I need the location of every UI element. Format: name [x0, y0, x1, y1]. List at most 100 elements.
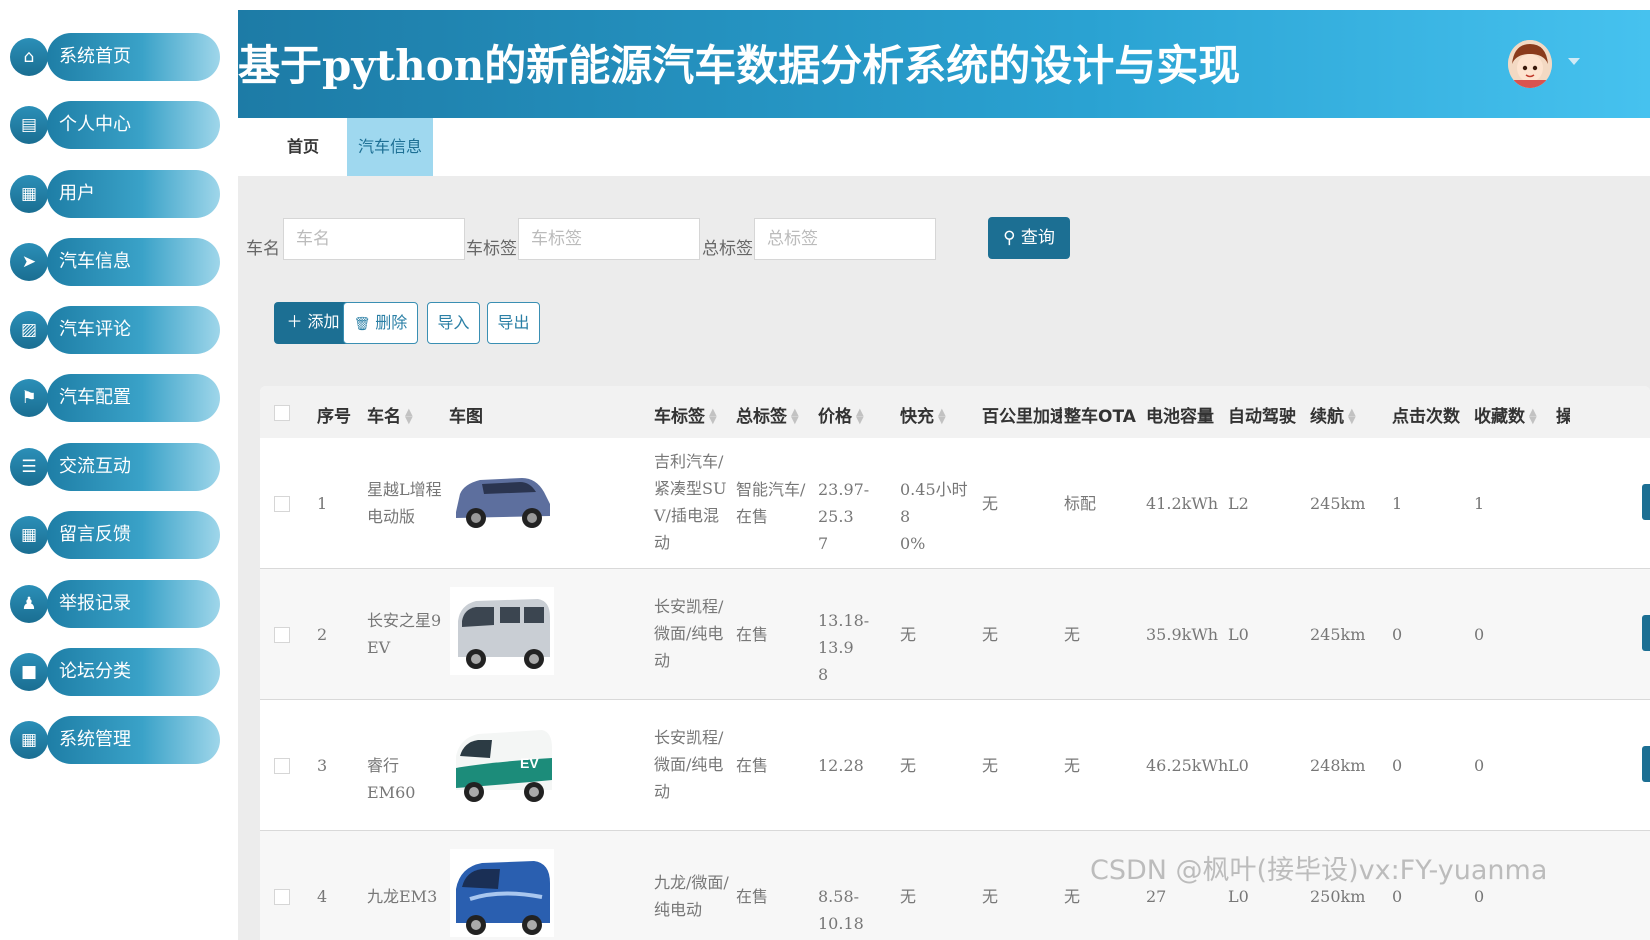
- list-icon: ☰: [10, 448, 48, 486]
- chevron-down-icon[interactable]: [1568, 58, 1580, 65]
- avatar[interactable]: [1508, 40, 1552, 88]
- header-favorites-label: 收藏数: [1474, 407, 1525, 427]
- cell-price-line: 7: [818, 534, 829, 553]
- header-range[interactable]: 续航 ▲ ▼: [1310, 402, 1356, 427]
- header-clicks: 点击次数: [1392, 407, 1460, 427]
- cell-price-line: 8.58-10.18: [818, 887, 864, 933]
- cell-tag-line: 吉利汽车/: [654, 452, 724, 471]
- search-total-input[interactable]: 总标签: [754, 218, 936, 260]
- cell-tag-line: 长安凯程/: [654, 728, 724, 747]
- search-tag-input[interactable]: 车标签: [518, 218, 700, 260]
- query-button[interactable]: ⚲ 查询: [988, 217, 1070, 259]
- cell-tag-line: 紧凑型SU: [654, 479, 727, 498]
- header-total-tag-label: 总标签: [736, 407, 787, 427]
- header-favorites[interactable]: 收藏数 ▲ ▼: [1474, 402, 1537, 427]
- grid-icon: ▦: [10, 721, 48, 759]
- header-battery: 电池容量: [1146, 407, 1214, 427]
- cell-name: 九龙EM3: [367, 883, 447, 910]
- header-fast-charge[interactable]: 快充 ▲ ▼: [900, 402, 946, 427]
- row-action-button[interactable]: [1642, 484, 1650, 520]
- select-all-checkbox[interactable]: [274, 405, 290, 421]
- header-no: 序号: [317, 407, 351, 427]
- cell-total-tag: 在售: [736, 621, 816, 648]
- row-checkbox[interactable]: [274, 627, 290, 643]
- cell-tag: 九龙/微面/ 纯电动: [654, 869, 734, 923]
- sidebar-item-system[interactable]: ▦ 系统管理: [10, 716, 220, 766]
- cell-favorites: 0: [1474, 756, 1485, 775]
- sidebar-item-label: 论坛分类: [47, 648, 220, 696]
- cell-tag-line: 动: [654, 651, 671, 670]
- row-checkbox[interactable]: [274, 758, 290, 774]
- cell-battery: 46.25kWh: [1146, 756, 1229, 775]
- sidebar-item-reports[interactable]: ♟ 举报记录: [10, 580, 220, 630]
- sort-icon: ▲ ▼: [938, 407, 946, 426]
- sidebar-item-car-config[interactable]: ⚑ 汽车配置: [10, 374, 220, 424]
- tab-home[interactable]: 首页: [268, 118, 338, 176]
- header-tag-label: 车标签: [654, 407, 705, 427]
- delete-button[interactable]: 🗑 删除: [343, 302, 418, 344]
- cell-price: 23.97-25.3 7: [818, 476, 898, 557]
- header-name-label: 车名: [367, 407, 401, 427]
- cell-price-line: 13.18-13.9: [818, 611, 870, 657]
- watermark: CSDN @枫叶(接毕设)vx:FY-yuanma: [1090, 855, 1548, 886]
- cell-fast-line: 无: [900, 625, 917, 644]
- cell-tag-line: 动: [654, 533, 671, 552]
- sidebar-item-profile[interactable]: ▤ 个人中心: [10, 101, 220, 151]
- sidebar-item-label: 系统首页: [47, 33, 220, 81]
- chat-icon: ■: [10, 653, 48, 691]
- app-header: 基于python的新能源汽车数据分析系统的设计与实现: [238, 10, 1650, 118]
- home-icon: ⌂: [10, 38, 48, 76]
- cell-total-line: 在售: [736, 625, 769, 644]
- export-button[interactable]: 导出: [487, 302, 540, 344]
- header-name[interactable]: 车名 ▲ ▼: [367, 402, 413, 427]
- row-action-button[interactable]: [1642, 746, 1650, 782]
- tab-car-info[interactable]: 汽车信息: [347, 118, 433, 176]
- cell-tag-line: 微面/纯电: [654, 755, 724, 774]
- sort-icon: ▲ ▼: [856, 407, 864, 426]
- cell-autopilot: L0: [1228, 756, 1249, 775]
- cell-total-tag: 智能汽车/ 在售: [736, 476, 816, 530]
- import-button-label: 导入: [437, 313, 470, 332]
- sidebar-item-car-comments[interactable]: ▨ 汽车评论: [10, 306, 220, 356]
- cell-clicks: 1: [1392, 494, 1403, 513]
- sidebar-item-home[interactable]: ⌂ 系统首页: [10, 33, 220, 83]
- tab-bar: 首页 汽车信息: [238, 118, 1650, 176]
- sidebar-item-label: 交流互动: [47, 443, 220, 491]
- cell-acceleration: 无: [982, 625, 999, 644]
- cell-autopilot: L2: [1228, 494, 1249, 513]
- header-actions: 操: [1556, 407, 1570, 427]
- sidebar: ⌂ 系统首页 ▤ 个人中心 ▦ 用户 ➤ 汽车信息 ▨ 汽车评论 ⚑ 汽车配置 …: [0, 0, 238, 940]
- header-total-tag[interactable]: 总标签 ▲ ▼: [736, 402, 799, 427]
- sidebar-item-users[interactable]: ▦ 用户: [10, 170, 220, 220]
- cell-acceleration: 无: [982, 494, 999, 513]
- cell-fast-line: 0.45小时 8: [900, 480, 968, 526]
- row-action-button[interactable]: [1642, 615, 1650, 651]
- cell-clicks: 0: [1392, 887, 1403, 906]
- row-checkbox[interactable]: [274, 496, 290, 512]
- cell-autopilot: L0: [1228, 625, 1249, 644]
- header-tag[interactable]: 车标签 ▲ ▼: [654, 402, 717, 427]
- cell-tag: 吉利汽车/ 紧凑型SU V/插电混 动: [654, 448, 734, 556]
- sidebar-item-interaction[interactable]: ☰ 交流互动: [10, 443, 220, 493]
- header-image: 车图: [449, 407, 483, 427]
- trash-icon: 🗑: [353, 317, 371, 332]
- car-image: [450, 849, 554, 937]
- cell-name: 睿行EM60: [367, 752, 447, 806]
- sidebar-item-car-info[interactable]: ➤ 汽车信息: [10, 238, 220, 288]
- header-price[interactable]: 价格 ▲ ▼: [818, 402, 864, 427]
- sidebar-item-forum-category[interactable]: ■ 论坛分类: [10, 648, 220, 698]
- page-title: 基于python的新能源汽车数据分析系统的设计与实现: [238, 41, 1241, 90]
- import-button[interactable]: 导入: [427, 302, 480, 344]
- card-icon: ▤: [10, 106, 48, 144]
- search-name-input[interactable]: 车名: [283, 218, 465, 260]
- cell-tag-line: 动: [654, 782, 671, 801]
- cell-tag-line: 微面/纯电: [654, 624, 724, 643]
- sidebar-item-feedback[interactable]: ▦ 留言反馈: [10, 511, 220, 561]
- main-content: 车名 车名 车标签 车标签 总标签 总标签 ⚲ 查询 ＋ 添加 🗑 删除 导入 …: [238, 176, 1650, 940]
- cell-battery: 41.2kWh: [1146, 494, 1219, 513]
- row-checkbox[interactable]: [274, 889, 290, 905]
- add-button-label: 添加: [307, 312, 340, 331]
- sort-icon: ▲ ▼: [1529, 407, 1537, 426]
- add-button[interactable]: ＋ 添加: [274, 302, 352, 344]
- table-row: 3 睿行EM60 EV 长安凯程/ 微面/纯电 动 在售 12.28 无 无 无…: [260, 700, 1650, 831]
